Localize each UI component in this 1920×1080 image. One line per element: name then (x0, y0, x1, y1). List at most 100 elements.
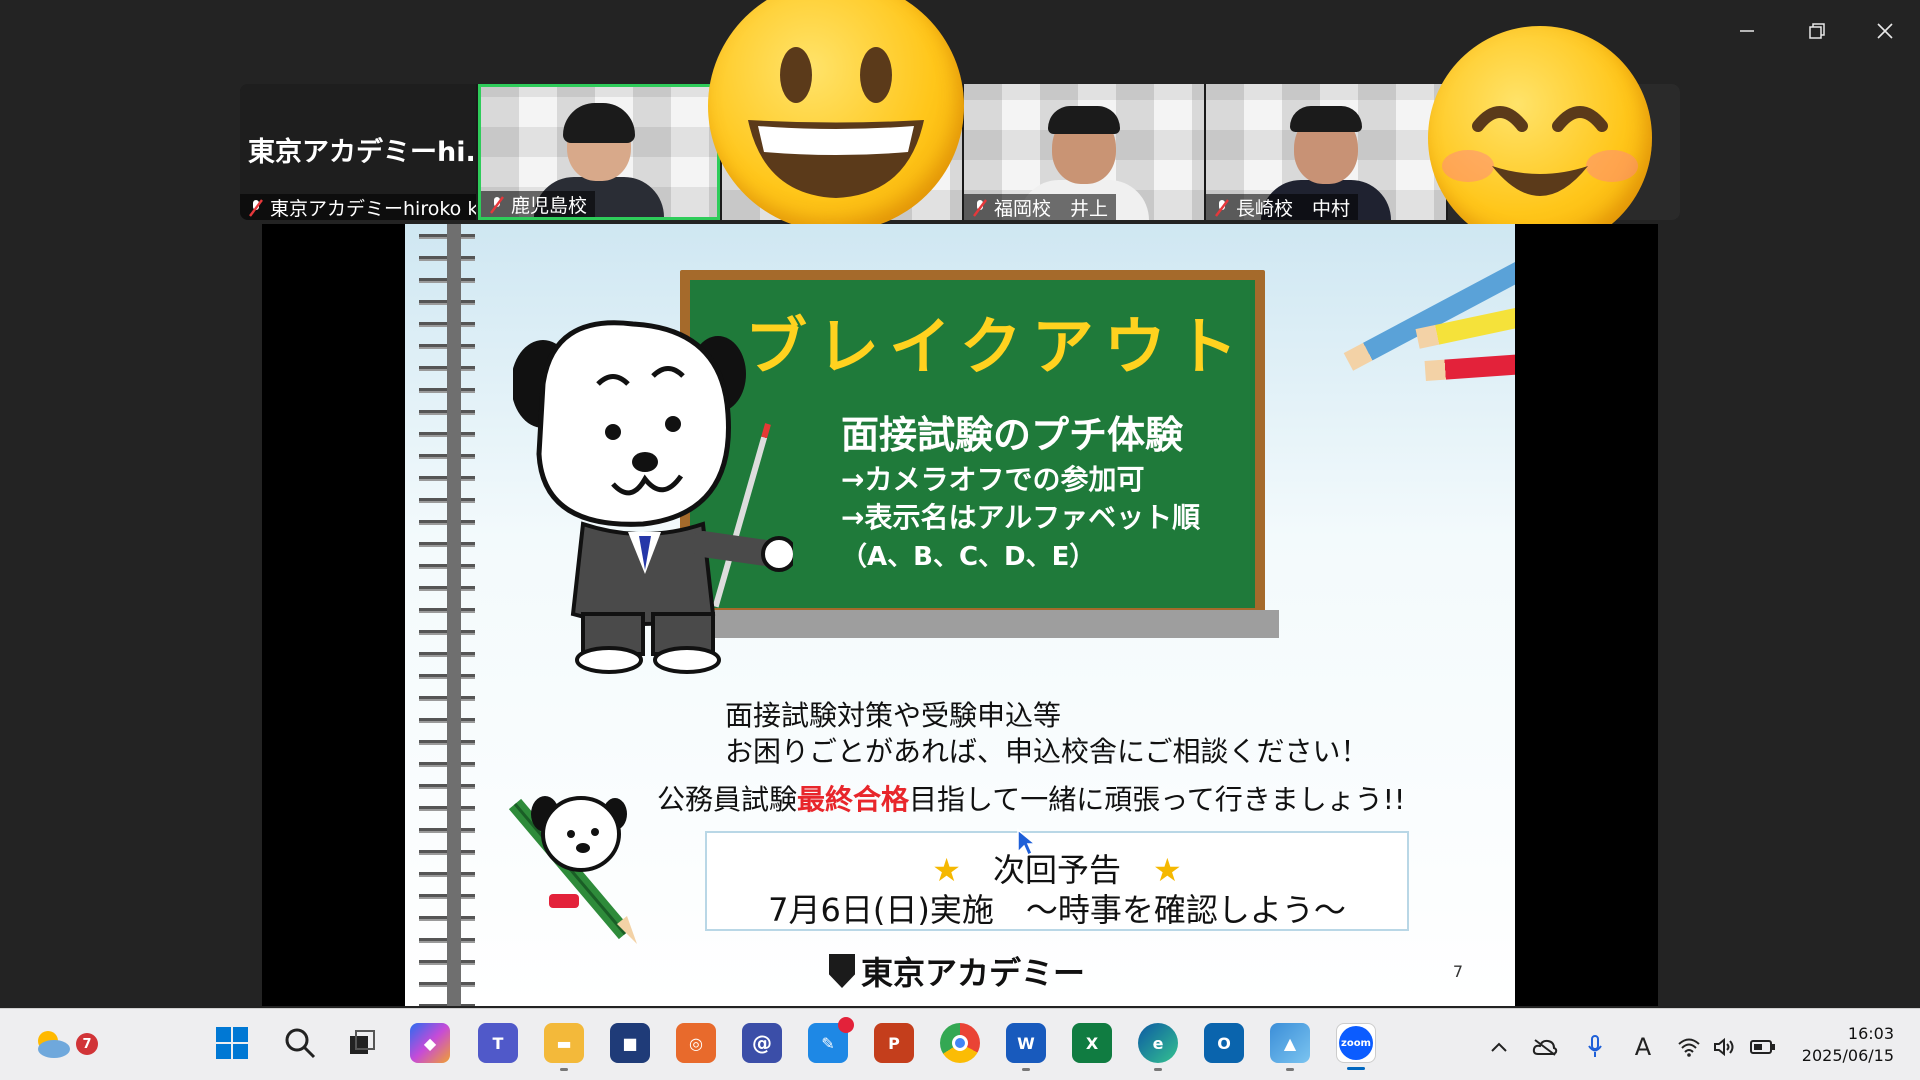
running-indicator (560, 1068, 568, 1071)
slide-page-number: 7 (1452, 962, 1463, 981)
grinning-face-emoji-icon (708, 0, 964, 232)
search-icon (285, 1028, 316, 1059)
chrome-button[interactable] (940, 1023, 980, 1063)
outlook-icon: O (1217, 1033, 1231, 1053)
taskbar: 7 ◆ T ▬ ■ ◎ @ ✎ P W X e O ▲ zoom A 16:03… (0, 1008, 1920, 1080)
mascot-dog-illustration (513, 320, 793, 674)
participant-label: 長崎校 中村 (1206, 194, 1359, 220)
minimize-button[interactable] (1724, 10, 1770, 52)
participant-tile[interactable]: 長崎校 中村 (1206, 84, 1446, 220)
word-button[interactable]: W (1006, 1023, 1046, 1071)
participant-display-name: 東京アカデミーhi... (248, 137, 476, 168)
mouse-cursor-icon (1017, 828, 1036, 856)
store-icon: ■ (622, 1033, 638, 1053)
ime-indicator[interactable]: A (1630, 1033, 1656, 1061)
weather-badge: 7 (76, 1033, 98, 1055)
wifi-icon (1678, 1038, 1700, 1057)
mail-menu-button[interactable]: @ (742, 1023, 782, 1063)
running-indicator (1286, 1068, 1294, 1071)
chrome-icon (952, 1035, 968, 1051)
speaker-icon (1714, 1037, 1734, 1057)
running-indicator (1154, 1068, 1162, 1071)
slide-callout-text: 目指して一緒に頑張って行きましょう!! (909, 783, 1406, 816)
task-view-icon (350, 1030, 375, 1054)
restore-button[interactable] (1794, 10, 1840, 52)
file-explorer-icon: ▬ (556, 1033, 572, 1053)
red-pencil (1424, 354, 1515, 381)
shield-logo-icon (829, 954, 855, 988)
slide-body-text: お困りごとがあれば、申込校舎にご相談ください！ (725, 735, 1369, 768)
zoom-button[interactable]: zoom (1336, 1023, 1376, 1070)
wifi-tray[interactable] (1676, 1035, 1702, 1059)
participant-name: 長崎校 中村 (1236, 198, 1351, 220)
microphone-icon (1588, 1035, 1602, 1057)
slide-body-text: 面接試験対策や受験申込等 (725, 699, 1062, 732)
mic-muted-icon (248, 198, 264, 218)
star-icon: ★ (1153, 851, 1182, 889)
next-session-notice: ★ 次回予告 ★ 7月6日(日)実施 ～時事を確認しよう～ (705, 831, 1409, 931)
mic-muted-icon (1214, 198, 1230, 218)
battery-icon (1750, 1040, 1775, 1054)
mic-muted-icon (489, 195, 505, 215)
weather-widget[interactable]: 7 (30, 1023, 98, 1063)
word-icon: W (1017, 1033, 1035, 1053)
weather-icon (38, 1031, 70, 1058)
file-explorer-button[interactable]: ▬ (544, 1023, 584, 1071)
app-icon: ◎ (689, 1033, 703, 1053)
minimize-icon (1740, 30, 1754, 32)
battery-tray[interactable] (1750, 1035, 1776, 1059)
mic-muted-icon (972, 198, 988, 218)
volume-tray[interactable] (1712, 1035, 1738, 1059)
participant-tile[interactable]: 福岡校 井上 (964, 84, 1204, 220)
edge-icon: e (1152, 1033, 1164, 1053)
notice-detail: 7月6日(日)実施 ～時事を確認しよう～ (768, 891, 1346, 929)
restore-icon (1809, 23, 1825, 39)
notes-button[interactable]: ✎ (808, 1017, 854, 1063)
notice-title: 次回予告 (992, 851, 1121, 889)
photos-icon: ▲ (1283, 1033, 1297, 1053)
star-icon: ★ (932, 851, 961, 889)
edge-button[interactable]: e (1138, 1023, 1178, 1071)
copilot-icon: ◆ (423, 1033, 437, 1053)
chevron-up-icon (1491, 1042, 1507, 1052)
notes-icon: ✎ (821, 1033, 835, 1053)
participant-name: 鹿児島校 (511, 195, 588, 217)
excel-icon: X (1085, 1033, 1099, 1053)
start-button[interactable] (212, 1023, 252, 1063)
powerpoint-icon: P (888, 1033, 900, 1053)
teams-button[interactable]: T (478, 1023, 518, 1063)
presentation-slide: ブレイクアウト 面接試験のプチ体験 →カメラオフでの参加可 →表示名はアルファベ… (405, 224, 1515, 1006)
slide-callout-highlight: 最終合格 (797, 783, 910, 816)
show-hidden-icons-button[interactable] (1486, 1035, 1512, 1059)
powerpoint-button[interactable]: P (874, 1023, 914, 1063)
photos-button[interactable]: ▲ (1270, 1023, 1310, 1071)
participant-tile-active-speaker[interactable]: 鹿児島校 (478, 84, 720, 220)
participant-label: 鹿児島校 (481, 191, 596, 217)
outlook-button[interactable]: O (1204, 1023, 1244, 1063)
microphone-tray[interactable] (1582, 1035, 1608, 1059)
search-button[interactable] (280, 1023, 320, 1063)
participant-tile[interactable]: 東京アカデミーhi... 東京アカデミーhiroko ki... (240, 84, 476, 220)
excel-button[interactable]: X (1072, 1023, 1112, 1063)
system-clock[interactable]: 16:03 2025/06/15 (1802, 1023, 1894, 1067)
notification-dot (838, 1017, 854, 1033)
close-button[interactable] (1862, 10, 1908, 52)
task-view-button[interactable] (342, 1023, 382, 1063)
slide-bullet: →カメラオフでの参加可 (841, 463, 1145, 496)
notebook-spiral (419, 224, 475, 1006)
onedrive-tray[interactable] (1532, 1035, 1558, 1059)
small-dog-pencil-illustration (508, 796, 637, 944)
app-button[interactable]: ◎ (676, 1023, 716, 1063)
copilot-button[interactable]: ◆ (410, 1023, 450, 1063)
running-indicator (1022, 1068, 1030, 1071)
mail-menu-icon: @ (752, 1031, 772, 1055)
close-icon (1877, 23, 1893, 39)
participant-name: 東京アカデミーhiroko ki... (270, 198, 476, 220)
slide-bullet: （A、B、C、D、E） (841, 542, 1096, 572)
participant-label: 東京アカデミーhiroko ki... (240, 194, 476, 220)
slide-heading: 面接試験のプチ体験 (841, 413, 1184, 457)
windows-logo-icon (216, 1027, 248, 1059)
store-button[interactable]: ■ (610, 1023, 650, 1063)
slide-callout: 公務員試験最終合格目指して一緒に頑張って行きましょう!! (657, 778, 1405, 818)
slide-bullet: →表示名はアルファベット順 (841, 501, 1201, 534)
